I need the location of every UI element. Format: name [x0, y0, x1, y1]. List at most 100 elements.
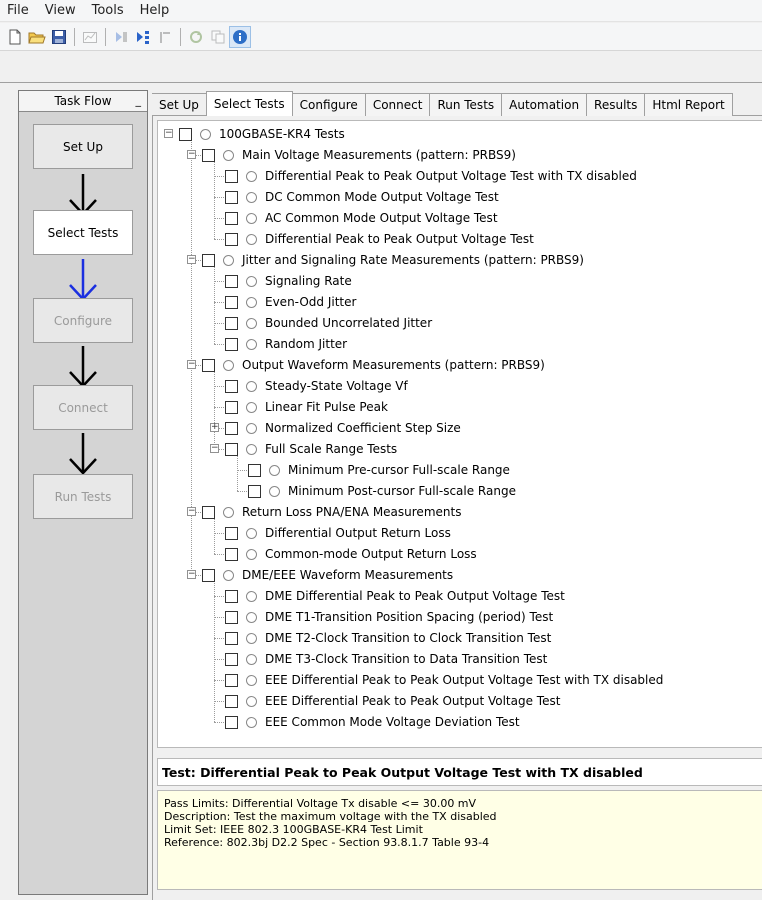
taskflow-select-tests-button[interactable]: Select Tests: [33, 210, 133, 255]
status-circle-icon: [269, 465, 280, 476]
test-checkbox[interactable]: [202, 254, 215, 267]
collapse-icon[interactable]: −: [187, 150, 196, 159]
test-label[interactable]: Random Jitter: [265, 337, 347, 351]
flow-arrow-icon: [69, 346, 97, 388]
test-checkbox[interactable]: [225, 191, 238, 204]
test-checkbox[interactable]: [225, 548, 238, 561]
test-checkbox[interactable]: [225, 716, 238, 729]
test-checkbox[interactable]: [225, 275, 238, 288]
tab-html-report[interactable]: Html Report: [644, 93, 733, 116]
test-checkbox[interactable]: [202, 569, 215, 582]
test-label[interactable]: Full Scale Range Tests: [265, 442, 397, 456]
copy-icon[interactable]: [207, 26, 229, 48]
test-checkbox[interactable]: [225, 170, 238, 183]
test-checkbox[interactable]: [225, 632, 238, 645]
info-icon[interactable]: [229, 25, 251, 48]
refresh-icon[interactable]: [185, 26, 207, 48]
test-label[interactable]: Minimum Post-cursor Full-scale Range: [288, 484, 516, 498]
test-label[interactable]: Jitter and Signaling Rate Measurements (…: [242, 253, 584, 267]
menu-tools[interactable]: Tools: [84, 3, 132, 18]
taskflow-connect-button[interactable]: Connect: [33, 385, 133, 430]
test-checkbox[interactable]: [225, 695, 238, 708]
collapse-icon[interactable]: −: [210, 444, 219, 453]
menu-file[interactable]: File: [0, 3, 37, 18]
test-label[interactable]: DC Common Mode Output Voltage Test: [265, 190, 499, 204]
toolbar-separator: [74, 27, 75, 46]
chart-icon[interactable]: [79, 26, 101, 48]
collapse-icon[interactable]: −: [187, 360, 196, 369]
test-label[interactable]: Differential Peak to Peak Output Voltage…: [265, 169, 637, 183]
collapse-icon[interactable]: −: [164, 129, 173, 138]
test-label[interactable]: Linear Fit Pulse Peak: [265, 400, 388, 414]
open-folder-icon[interactable]: [26, 26, 48, 48]
tab-run-tests[interactable]: Run Tests: [429, 93, 503, 116]
test-label[interactable]: Normalized Coefficient Step Size: [265, 421, 461, 435]
save-icon[interactable]: [48, 26, 70, 48]
tab-select-tests[interactable]: Select Tests: [205, 91, 293, 116]
menu-help[interactable]: Help: [132, 3, 178, 18]
test-checkbox[interactable]: [225, 233, 238, 246]
run-selected-icon[interactable]: [132, 26, 154, 48]
test-label[interactable]: Main Voltage Measurements (pattern: PRBS…: [242, 148, 516, 162]
tab-connect[interactable]: Connect: [364, 93, 431, 116]
test-label[interactable]: Steady-State Voltage Vf: [265, 379, 408, 393]
test-checkbox[interactable]: [179, 128, 192, 141]
test-checkbox[interactable]: [248, 464, 261, 477]
test-label[interactable]: Bounded Uncorrelated Jitter: [265, 316, 432, 330]
collapse-icon[interactable]: −: [187, 570, 196, 579]
test-label[interactable]: DME Differential Peak to Peak Output Vol…: [265, 589, 565, 603]
test-checkbox[interactable]: [202, 359, 215, 372]
test-label[interactable]: Even-Odd Jitter: [265, 295, 356, 309]
test-checkbox[interactable]: [225, 653, 238, 666]
test-checkbox[interactable]: [225, 422, 238, 435]
test-label[interactable]: DME T1-Transition Position Spacing (peri…: [265, 610, 553, 624]
test-checkbox[interactable]: [225, 590, 238, 603]
test-checkbox[interactable]: [225, 527, 238, 540]
collapse-icon[interactable]: −: [187, 255, 196, 264]
tab-configure[interactable]: Configure: [291, 93, 366, 116]
taskflow-setup-button[interactable]: Set Up: [33, 124, 133, 169]
test-checkbox[interactable]: [202, 506, 215, 519]
expand-icon[interactable]: +: [210, 423, 219, 432]
test-checkbox[interactable]: [225, 674, 238, 687]
status-circle-icon: [246, 318, 257, 329]
collapse-icon[interactable]: −: [187, 507, 196, 516]
test-checkbox[interactable]: [248, 485, 261, 498]
test-label[interactable]: Output Waveform Measurements (pattern: P…: [242, 358, 545, 372]
test-label[interactable]: 100GBASE-KR4 Tests: [219, 127, 345, 141]
test-checkbox[interactable]: [225, 380, 238, 393]
test-checkbox[interactable]: [202, 149, 215, 162]
test-label[interactable]: EEE Differential Peak to Peak Output Vol…: [265, 673, 663, 687]
test-label[interactable]: Return Loss PNA/ENA Measurements: [242, 505, 461, 519]
test-checkbox[interactable]: [225, 443, 238, 456]
tab-automation[interactable]: Automation: [501, 93, 588, 116]
test-checkbox[interactable]: [225, 296, 238, 309]
test-label[interactable]: DME T3-Clock Transition to Data Transiti…: [265, 652, 547, 666]
tab-results[interactable]: Results: [586, 93, 646, 116]
test-checkbox[interactable]: [225, 317, 238, 330]
test-checkbox[interactable]: [225, 401, 238, 414]
test-label[interactable]: EEE Common Mode Voltage Deviation Test: [265, 715, 520, 729]
taskflow-configure-button[interactable]: Configure: [33, 298, 133, 343]
test-checkbox[interactable]: [225, 611, 238, 624]
test-label[interactable]: AC Common Mode Output Voltage Test: [265, 211, 498, 225]
status-circle-icon: [246, 633, 257, 644]
pin-icon[interactable]: _: [136, 94, 142, 107]
test-label[interactable]: DME/EEE Waveform Measurements: [242, 568, 453, 582]
test-label[interactable]: Differential Peak to Peak Output Voltage…: [265, 232, 534, 246]
test-label[interactable]: EEE Differential Peak to Peak Output Vol…: [265, 694, 560, 708]
test-checkbox[interactable]: [225, 338, 238, 351]
test-label[interactable]: DME T2-Clock Transition to Clock Transit…: [265, 631, 551, 645]
new-file-icon[interactable]: [4, 26, 26, 48]
test-label[interactable]: Differential Output Return Loss: [265, 526, 451, 540]
run-icon[interactable]: [110, 26, 132, 48]
test-label[interactable]: Common-mode Output Return Loss: [265, 547, 477, 561]
tab-setup[interactable]: Set Up: [152, 93, 207, 116]
test-label[interactable]: Signaling Rate: [265, 274, 352, 288]
stop-icon[interactable]: [154, 26, 176, 48]
toolbar: [0, 23, 762, 51]
test-label[interactable]: Minimum Pre-cursor Full-scale Range: [288, 463, 510, 477]
taskflow-run-tests-button[interactable]: Run Tests: [33, 474, 133, 519]
menu-view[interactable]: View: [37, 3, 84, 18]
test-checkbox[interactable]: [225, 212, 238, 225]
